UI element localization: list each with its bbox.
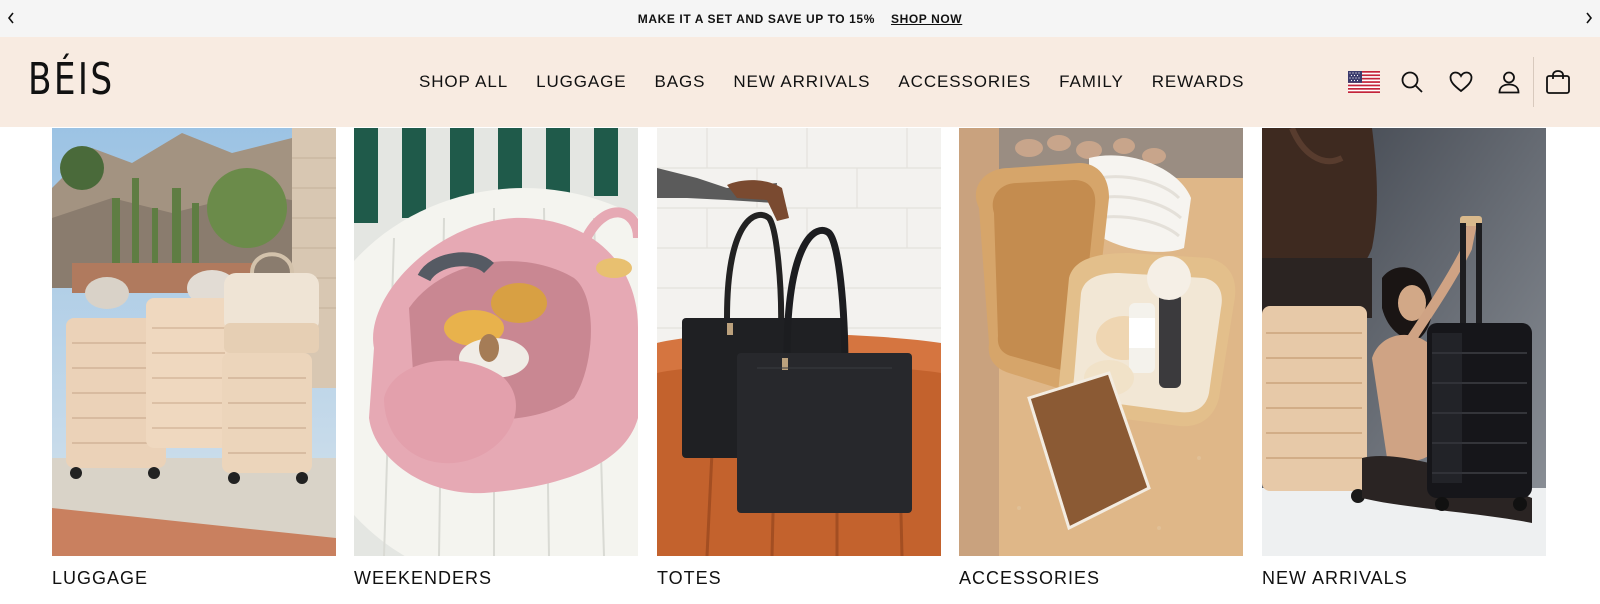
us-flag-icon[interactable]: [1348, 67, 1380, 97]
category-grid: LUGGAGE WEEKENDERS TOTES ACCESSORIES NEW…: [0, 127, 1600, 604]
account-icon[interactable]: [1494, 67, 1524, 97]
chevron-left-icon[interactable]: [2, 9, 20, 27]
nav-new-arrivals[interactable]: NEW ARRIVALS: [733, 72, 870, 92]
nav-family[interactable]: FAMILY: [1059, 72, 1124, 92]
cart-icon[interactable]: [1543, 67, 1573, 97]
nav-rewards[interactable]: REWARDS: [1152, 72, 1245, 92]
header-divider: [1533, 57, 1534, 107]
chevron-right-icon[interactable]: [1580, 9, 1598, 27]
search-icon[interactable]: [1397, 67, 1427, 97]
announcement-text: MAKE IT A SET AND SAVE UP TO 15%: [637, 11, 875, 26]
nav-luggage[interactable]: LUGGAGE: [536, 72, 626, 92]
nav-accessories[interactable]: ACCESSORIES: [898, 72, 1031, 92]
new-arrivals-image[interactable]: [1262, 128, 1546, 556]
tile-label-new-arrivals[interactable]: NEW ARRIVALS: [1262, 568, 1408, 589]
totes-image[interactable]: [657, 128, 941, 556]
category-tile-luggage[interactable]: LUGGAGE: [52, 128, 336, 598]
nav-shop-all[interactable]: SHOP ALL: [419, 72, 508, 92]
tile-label-totes[interactable]: TOTES: [657, 568, 722, 589]
tile-label-accessories[interactable]: ACCESSORIES: [959, 568, 1100, 589]
shop-now-link[interactable]: SHOP NOW: [891, 12, 962, 26]
site-header: BÉIS SHOP ALL LUGGAGE BAGS NEW ARRIVALS …: [0, 37, 1600, 127]
category-tile-weekenders[interactable]: WEEKENDERS: [354, 128, 638, 598]
brand-logo[interactable]: BÉIS: [28, 55, 115, 105]
luggage-image[interactable]: [52, 128, 336, 556]
category-tile-new-arrivals[interactable]: NEW ARRIVALS: [1262, 128, 1546, 598]
heart-icon[interactable]: [1446, 67, 1476, 97]
accessories-image[interactable]: [959, 128, 1243, 556]
category-tile-accessories[interactable]: ACCESSORIES: [959, 128, 1243, 598]
weekenders-image[interactable]: [354, 128, 638, 556]
tile-label-luggage[interactable]: LUGGAGE: [52, 568, 148, 589]
tile-label-weekenders[interactable]: WEEKENDERS: [354, 568, 492, 589]
nav-bags[interactable]: BAGS: [655, 72, 706, 92]
announcement-bar: MAKE IT A SET AND SAVE UP TO 15% SHOP NO…: [0, 0, 1600, 37]
main-nav: SHOP ALL LUGGAGE BAGS NEW ARRIVALS ACCES…: [419, 37, 1272, 127]
category-tile-totes[interactable]: TOTES: [657, 128, 941, 598]
